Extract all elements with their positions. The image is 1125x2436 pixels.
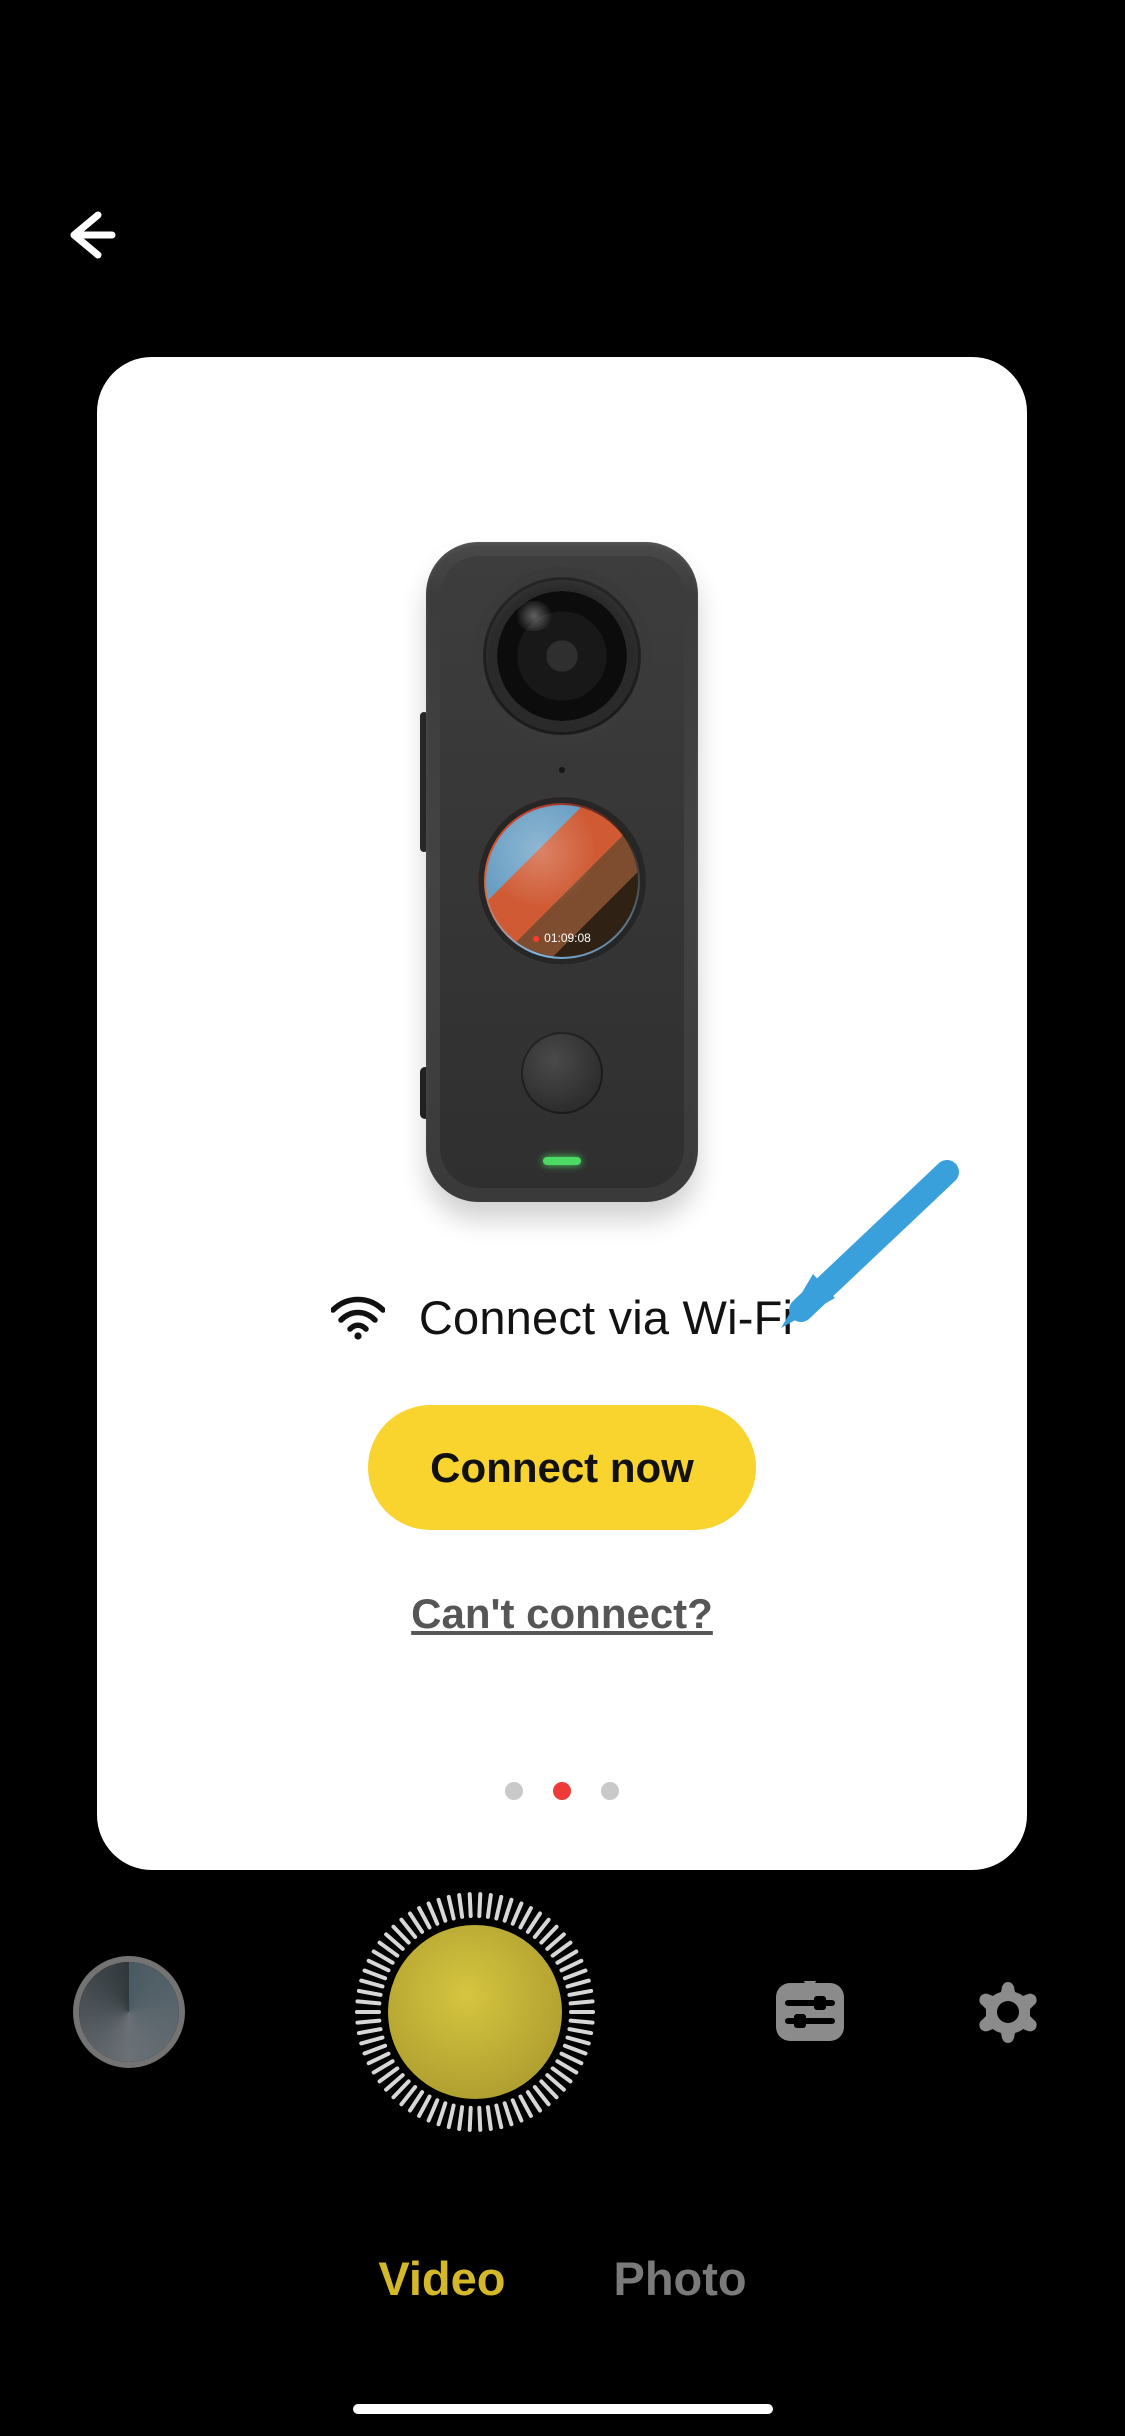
record-button[interactable] <box>388 1925 562 2099</box>
annotation-arrow-icon <box>765 1152 965 1352</box>
right-tools <box>771 1973 1047 2051</box>
wifi-icon <box>331 1296 385 1340</box>
device-lens <box>483 577 641 735</box>
page-dot[interactable] <box>505 1782 523 1800</box>
home-indicator[interactable] <box>353 2404 773 2414</box>
mode-photo[interactable]: Photo <box>613 2251 746 2306</box>
page-dot[interactable] <box>553 1782 571 1800</box>
connect-now-button[interactable]: Connect now <box>368 1405 756 1530</box>
back-button[interactable] <box>55 200 125 270</box>
sliders-icon <box>774 1981 846 2043</box>
device-screen: 01:09:08 <box>478 797 646 965</box>
device-shutter <box>521 1032 603 1114</box>
connect-label: Connect via Wi-Fi <box>419 1290 793 1345</box>
page-indicator <box>505 1782 619 1800</box>
adjust-button[interactable] <box>771 1973 849 2051</box>
mode-selector: Video Photo <box>0 2251 1125 2306</box>
cant-connect-link[interactable]: Can't connect? <box>411 1590 713 1638</box>
device-timestamp: 01:09:08 <box>533 931 591 945</box>
connect-line: Connect via Wi-Fi <box>331 1290 793 1345</box>
connect-card: 01:09:08 Connect via Wi-Fi Connect now C… <box>97 357 1027 1870</box>
camera-controls <box>0 1892 1125 2132</box>
device-mic <box>559 767 565 773</box>
back-arrow-icon <box>60 205 120 265</box>
device-illustration: 01:09:08 <box>426 542 698 1202</box>
settings-button[interactable] <box>969 1973 1047 2051</box>
record-button-wrap <box>355 1892 595 2132</box>
page-dot[interactable] <box>601 1782 619 1800</box>
mode-video[interactable]: Video <box>378 2251 505 2306</box>
gallery-thumbnail[interactable] <box>79 1962 179 2062</box>
gear-icon <box>972 1976 1044 2048</box>
device-led <box>543 1157 581 1165</box>
